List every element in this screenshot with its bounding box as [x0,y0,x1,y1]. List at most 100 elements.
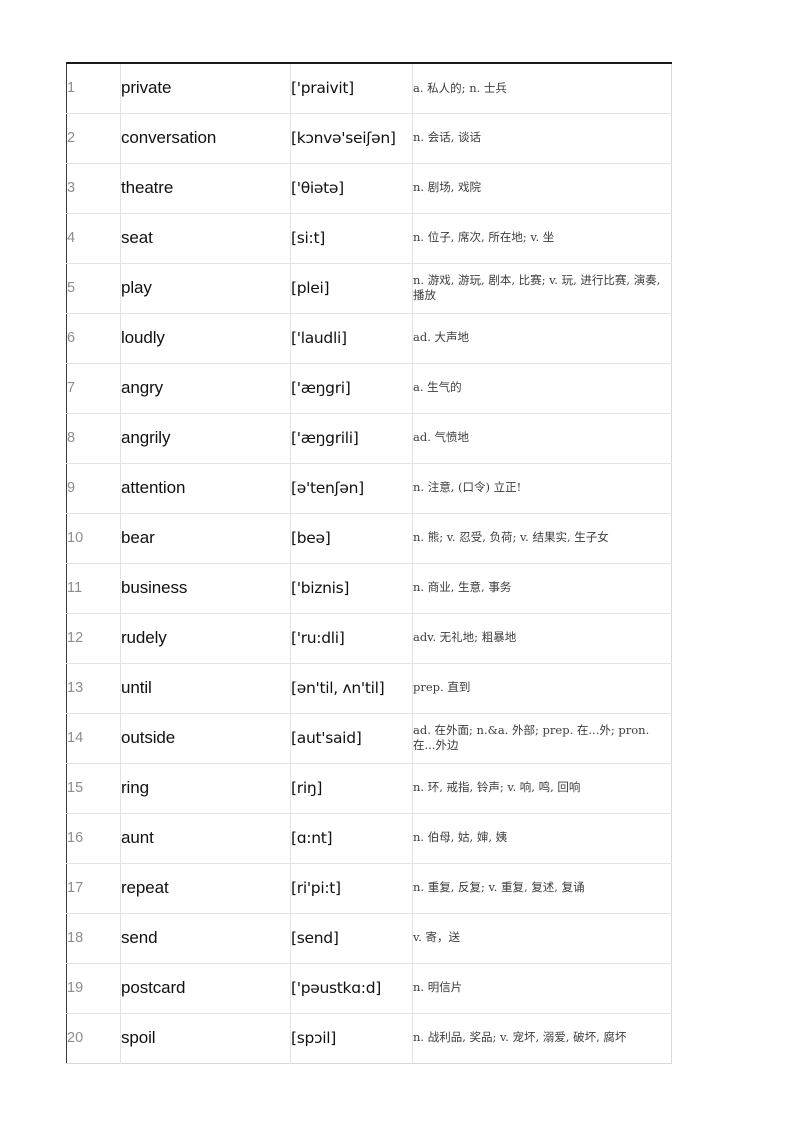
cell-phonetic: [plei] [290,263,413,314]
cell-definition: ad. 大声地 [412,313,672,364]
cell-word: repeat [120,863,291,914]
cell-definition: n. 熊; v. 忍受, 负荷; v. 结果实, 生子女 [412,513,672,564]
cell-definition: n. 注意, (口令) 立正! [412,463,672,514]
table-row: 4 seat [si:t] n. 位子, 席次, 所在地; v. 坐 [66,213,672,264]
cell-definition: n. 商业, 生意, 事务 [412,563,672,614]
cell-phonetic: ['æŋgrili] [290,413,413,464]
cell-definition: n. 重复, 反复; v. 重复, 复述, 复诵 [412,863,672,914]
cell-phonetic: [kɔnvə'seiʃən] [290,113,413,164]
cell-word: theatre [120,163,291,214]
cell-word: seat [120,213,291,264]
table-row: 8 angrily ['æŋgrili] ad. 气愤地 [66,413,672,464]
cell-word: spoil [120,1013,291,1063]
table-row: 15 ring [riŋ] n. 环, 戒指, 铃声; v. 响, 鸣, 回响 [66,763,672,814]
cell-word: send [120,913,291,964]
table-row: 19 postcard ['pəustkɑ:d] n. 明信片 [66,963,672,1014]
cell-index: 15 [66,763,121,814]
cell-definition: ad. 在外面; n.&a. 外部; prep. 在...外; pron. 在.… [412,713,672,764]
cell-word: angrily [120,413,291,464]
cell-definition: n. 明信片 [412,963,672,1014]
cell-definition: ad. 气愤地 [412,413,672,464]
cell-word: private [120,63,291,114]
table-row: 14 outside [aut'said] ad. 在外面; n.&a. 外部; pr… [66,713,672,764]
table-row: 13 until [ən'til, ʌn'til] prep. 直到 [66,663,672,714]
cell-definition: n. 环, 戒指, 铃声; v. 响, 鸣, 回响 [412,763,672,814]
cell-index: 18 [66,913,121,964]
cell-phonetic: ['θiətə] [290,163,413,214]
cell-index: 5 [66,263,121,314]
table-row: 17 repeat [ri'pi:t] n. 重复, 反复; v. 重复, 复述, 复… [66,863,672,914]
cell-phonetic: [beə] [290,513,413,564]
table-row: 16 aunt [ɑ:nt] n. 伯母, 姑, 婶, 姨 [66,813,672,864]
cell-word: aunt [120,813,291,864]
cell-phonetic: ['biznis] [290,563,413,614]
vocabulary-table-body: 1 private ['praivit] a. 私人的; n. 士兵 2 conversa… [66,63,672,1063]
document-page: 1 private ['praivit] a. 私人的; n. 士兵 2 conversa… [0,0,793,1122]
cell-definition: a. 私人的; n. 士兵 [412,63,672,114]
cell-definition: n. 剧场, 戏院 [412,163,672,214]
cell-phonetic: [spɔil] [290,1013,413,1063]
cell-index: 13 [66,663,121,714]
cell-word: rudely [120,613,291,664]
cell-index: 12 [66,613,121,664]
cell-word: postcard [120,963,291,1014]
cell-index: 14 [66,713,121,764]
cell-word: until [120,663,291,714]
cell-word: ring [120,763,291,814]
cell-index: 19 [66,963,121,1014]
cell-index: 6 [66,313,121,364]
cell-word: loudly [120,313,291,364]
cell-index: 8 [66,413,121,464]
cell-word: bear [120,513,291,564]
cell-index: 2 [66,113,121,164]
table-row: 3 theatre ['θiətə] n. 剧场, 戏院 [66,163,672,214]
cell-phonetic: [riŋ] [290,763,413,814]
vocabulary-table: 1 private ['praivit] a. 私人的; n. 士兵 2 conversa… [66,62,672,1064]
table-row: 6 loudly ['laudli] ad. 大声地 [66,313,672,364]
cell-index: 20 [66,1013,121,1063]
table-row: 18 send [send] v. 寄，送 [66,913,672,964]
cell-phonetic: ['ru:dli] [290,613,413,664]
cell-index: 17 [66,863,121,914]
cell-phonetic: ['laudli] [290,313,413,364]
cell-word: play [120,263,291,314]
cell-word: attention [120,463,291,514]
cell-phonetic: [send] [290,913,413,964]
cell-word: conversation [120,113,291,164]
table-row: 11 business ['biznis] n. 商业, 生意, 事务 [66,563,672,614]
table-row: 1 private ['praivit] a. 私人的; n. 士兵 [66,63,672,114]
cell-word: angry [120,363,291,414]
cell-definition: v. 寄，送 [412,913,672,964]
table-row: 20 spoil [spɔil] n. 战利品, 奖品; v. 宠坏, 溺爱, 破坏,… [66,1013,672,1063]
cell-phonetic: [ən'til, ʌn'til] [290,663,413,714]
cell-index: 9 [66,463,121,514]
cell-definition: n. 游戏, 游玩, 剧本, 比赛; v. 玩, 进行比赛, 演奏, 播放 [412,263,672,314]
cell-definition: n. 位子, 席次, 所在地; v. 坐 [412,213,672,264]
cell-phonetic: [ɑ:nt] [290,813,413,864]
table-row: 2 conversation [kɔnvə'seiʃən] n. 会话, 谈话 [66,113,672,164]
cell-phonetic: [ə'tenʃən] [290,463,413,514]
cell-phonetic: ['pəustkɑ:d] [290,963,413,1014]
cell-definition: n. 战利品, 奖品; v. 宠坏, 溺爱, 破坏, 腐坏 [412,1013,672,1063]
cell-definition: a. 生气的 [412,363,672,414]
cell-index: 1 [66,63,121,114]
cell-index: 3 [66,163,121,214]
table-row: 10 bear [beə] n. 熊; v. 忍受, 负荷; v. 结果实, 生子女 [66,513,672,564]
cell-phonetic: [ri'pi:t] [290,863,413,914]
table-row: 9 attention [ə'tenʃən] n. 注意, (口令) 立正! [66,463,672,514]
cell-phonetic: ['æŋgri] [290,363,413,414]
cell-index: 7 [66,363,121,414]
table-row: 5 play [plei] n. 游戏, 游玩, 剧本, 比赛; v. 玩, 进行比赛… [66,263,672,314]
cell-phonetic: [aut'said] [290,713,413,764]
cell-index: 10 [66,513,121,564]
table-row: 12 rudely ['ru:dli] adv. 无礼地; 粗暴地 [66,613,672,664]
table-row: 7 angry ['æŋgri] a. 生气的 [66,363,672,414]
cell-phonetic: ['praivit] [290,63,413,114]
cell-phonetic: [si:t] [290,213,413,264]
cell-word: business [120,563,291,614]
cell-word: outside [120,713,291,764]
cell-index: 16 [66,813,121,864]
cell-definition: n. 伯母, 姑, 婶, 姨 [412,813,672,864]
cell-definition: n. 会话, 谈话 [412,113,672,164]
cell-definition: prep. 直到 [412,663,672,714]
